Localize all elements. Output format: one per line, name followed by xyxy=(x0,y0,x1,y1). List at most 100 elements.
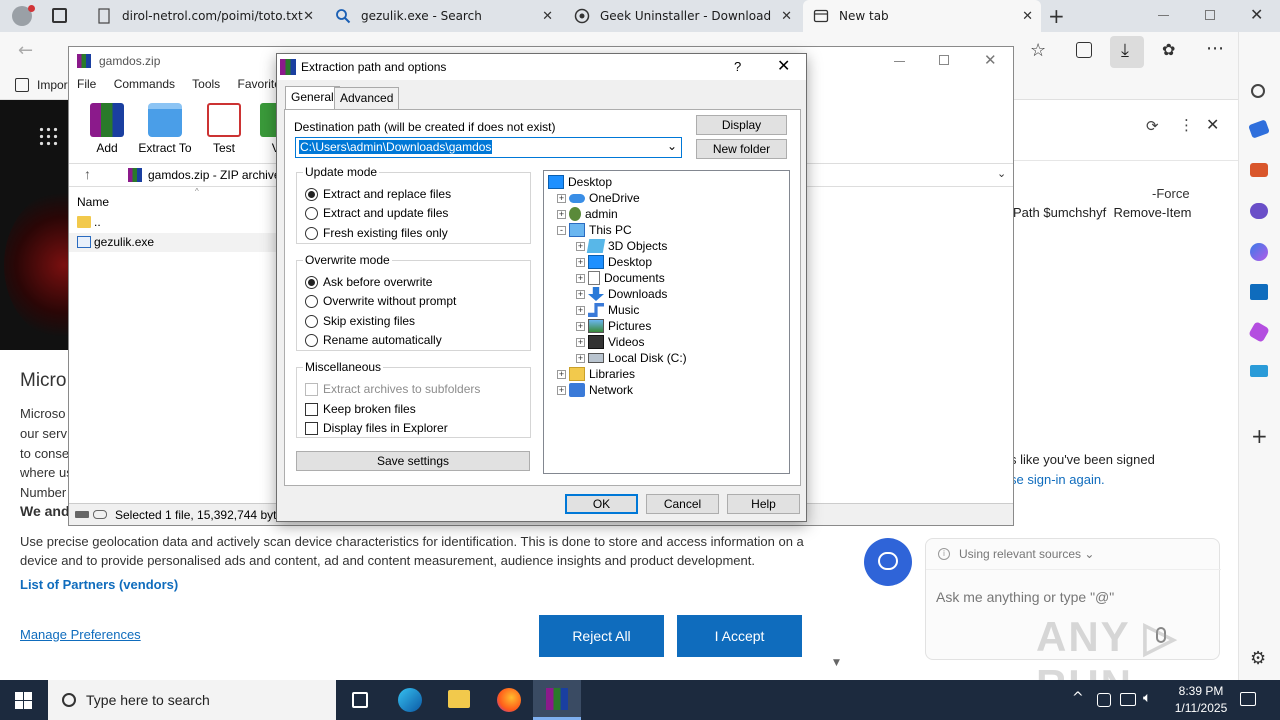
tree-item-admin[interactable]: + admin xyxy=(557,206,618,222)
archive-path[interactable]: gamdos.zip - ZIP archive xyxy=(148,168,281,182)
new-tab-button[interactable]: + xyxy=(1048,4,1065,28)
radio-skip-existing[interactable]: Skip existing files xyxy=(305,312,415,330)
destination-path-combo[interactable]: C:\Users\admin\Downloads\gamdos ⌄ xyxy=(295,137,682,158)
expand-icon[interactable]: + xyxy=(576,305,585,315)
sidebar-microsoft365-icon[interactable] xyxy=(1250,243,1268,261)
expand-icon[interactable]: + xyxy=(576,241,585,251)
reject-all-button[interactable]: Reject All xyxy=(539,615,664,657)
close-browser-icon[interactable]: ✕ xyxy=(1250,5,1263,24)
file-row[interactable]: .. xyxy=(69,213,279,232)
tree-item-this-pc[interactable]: - This PC xyxy=(557,222,632,238)
tree-item-onedrive[interactable]: + OneDrive xyxy=(557,190,640,206)
help-button[interactable]: Help xyxy=(727,494,800,514)
sign-in-link[interactable]: se sign-in again. xyxy=(1010,472,1105,487)
taskbar-search-box[interactable]: Type here to search xyxy=(48,680,336,720)
close-tab-icon[interactable]: ✕ xyxy=(303,9,314,24)
expand-icon[interactable]: + xyxy=(557,385,566,395)
display-button[interactable]: Display xyxy=(696,115,787,135)
sidebar-designer-icon[interactable] xyxy=(1248,321,1270,343)
tab-actions-icon[interactable] xyxy=(52,8,67,23)
tab-gezulik-search[interactable]: gezulik.exe - Search ✕ xyxy=(325,0,561,32)
import-favorites-label[interactable]: Impor xyxy=(37,78,68,92)
folder-tree[interactable]: Desktop + OneDrive + admin - This PC +3D Object… xyxy=(543,170,790,474)
apps-grid-icon[interactable] xyxy=(38,126,58,146)
new-chat-button[interactable] xyxy=(864,538,912,586)
expand-icon[interactable]: + xyxy=(576,321,585,331)
add-button[interactable]: Add xyxy=(77,103,137,155)
explorer-taskbar-icon[interactable] xyxy=(448,690,470,708)
ok-button[interactable]: OK xyxy=(565,494,638,514)
check-keep-broken[interactable]: Keep broken files xyxy=(305,400,416,418)
tree-item-network[interactable]: + Network xyxy=(557,382,633,398)
sidebar-tag-icon[interactable] xyxy=(1248,119,1270,139)
expand-icon[interactable]: + xyxy=(576,257,585,267)
file-row-selected[interactable]: gezulik.exe xyxy=(69,233,279,252)
expand-icon[interactable]: + xyxy=(557,193,566,203)
favorites-star-icon[interactable]: ☆ xyxy=(1030,40,1046,61)
tab-general[interactable]: General xyxy=(285,86,340,109)
menu-tools[interactable]: Tools xyxy=(192,77,220,91)
minimize-browser-icon[interactable] xyxy=(1158,15,1169,16)
network-icon[interactable] xyxy=(1120,693,1136,706)
menu-file[interactable]: File xyxy=(77,77,96,91)
tray-app-icon[interactable] xyxy=(1097,693,1111,707)
expand-icon[interactable]: + xyxy=(557,209,566,219)
expand-icon[interactable]: + xyxy=(576,289,585,299)
radio-rename-auto[interactable]: Rename automatically xyxy=(305,331,442,349)
tree-item-desktop[interactable]: + Desktop xyxy=(576,254,652,270)
column-header-name[interactable]: Name xyxy=(77,195,109,209)
tab-advanced[interactable]: Advanced xyxy=(334,87,400,109)
check-display-explorer[interactable]: Display files in Explorer xyxy=(305,419,448,437)
extensions-icon[interactable]: ✿ xyxy=(1162,40,1175,59)
help-icon[interactable]: ? xyxy=(734,59,741,74)
sources-selector[interactable]: Using relevant sources ⌄ xyxy=(959,547,1094,561)
path-dropdown-icon[interactable]: ⌄ xyxy=(997,167,1006,180)
tree-item-libraries[interactable]: + Libraries xyxy=(557,366,635,382)
test-button[interactable]: Test xyxy=(194,103,254,155)
winrar-minimize-icon[interactable] xyxy=(894,61,905,62)
expand-icon[interactable]: + xyxy=(576,353,585,363)
edge-taskbar-icon[interactable] xyxy=(398,688,422,712)
winrar-close-icon[interactable]: ✕ xyxy=(984,51,997,69)
notifications-icon[interactable] xyxy=(1240,692,1256,706)
start-icon[interactable] xyxy=(15,692,32,709)
collections-icon[interactable] xyxy=(1076,42,1092,58)
winrar-taskbar-button[interactable] xyxy=(533,680,581,720)
expand-icon[interactable]: + xyxy=(557,369,566,379)
cancel-button[interactable]: Cancel xyxy=(646,494,719,514)
new-folder-button[interactable]: New folder xyxy=(696,139,787,159)
tree-item-3d-objects[interactable]: +3D Objects xyxy=(576,238,667,254)
tree-item-documents[interactable]: + Documents xyxy=(576,270,665,286)
volume-icon[interactable]: 🔈︎ xyxy=(1143,690,1151,706)
expand-icon[interactable]: + xyxy=(576,273,585,283)
menu-commands[interactable]: Commands xyxy=(114,77,175,91)
back-icon[interactable]: ← xyxy=(18,40,33,61)
copilot-more-icon[interactable]: ⋮ xyxy=(1179,116,1194,134)
refresh-icon[interactable]: ⟳ xyxy=(1146,117,1159,135)
tree-item-desktop[interactable]: Desktop xyxy=(548,174,612,190)
accept-button[interactable]: I Accept xyxy=(677,615,802,657)
winrar-maximize-icon[interactable] xyxy=(939,55,949,65)
tree-item-music[interactable]: + Music xyxy=(576,302,639,318)
clock-time[interactable]: 8:39 PM xyxy=(1170,684,1232,698)
radio-overwrite-without[interactable]: Overwrite without prompt xyxy=(305,292,456,310)
manage-preferences-link[interactable]: Manage Preferences xyxy=(20,627,141,642)
expand-icon[interactable]: + xyxy=(576,337,585,347)
close-tab-icon[interactable]: ✕ xyxy=(542,9,553,24)
chevron-down-icon[interactable]: ⌄ xyxy=(667,139,677,153)
sidebar-add-icon[interactable]: + xyxy=(1251,424,1268,448)
tab-geek-uninstaller[interactable]: Geek Uninstaller - Download ✕ xyxy=(564,0,800,32)
sidebar-games-icon[interactable] xyxy=(1250,203,1268,219)
tree-item-pictures[interactable]: + Pictures xyxy=(576,318,651,334)
sidebar-outlook-icon[interactable] xyxy=(1250,284,1268,300)
tree-item-videos[interactable]: + Videos xyxy=(576,334,644,350)
more-menu-icon[interactable]: ⋯ xyxy=(1206,38,1224,59)
task-view-icon[interactable] xyxy=(352,692,368,708)
import-favorites-icon[interactable] xyxy=(15,78,29,92)
save-settings-button[interactable]: Save settings xyxy=(296,451,530,471)
tray-chevron-icon[interactable]: ^ xyxy=(1072,690,1084,706)
firefox-taskbar-icon[interactable] xyxy=(497,688,521,712)
ask-input[interactable]: Ask me anything or type "@" xyxy=(936,589,1114,605)
extract-to-button[interactable]: Extract To xyxy=(135,103,195,155)
tab-toto-txt[interactable]: dirol-netrol.com/poimi/toto.txt ✕ xyxy=(86,0,322,32)
